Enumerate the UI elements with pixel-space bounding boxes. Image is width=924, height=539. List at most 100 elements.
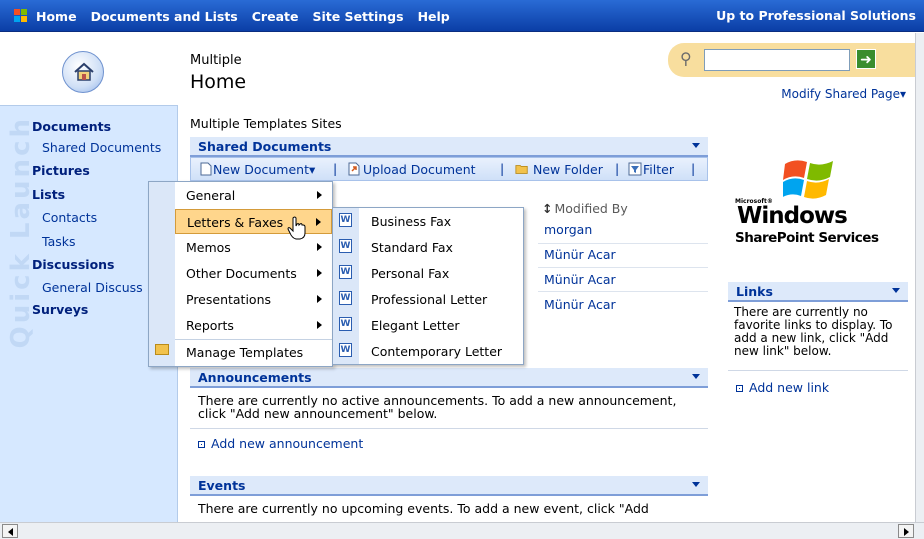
webpart-menu-arrow-icon[interactable] (892, 288, 900, 293)
submenu-arrow-icon (317, 295, 322, 303)
menu-item-memos[interactable]: Memos (175, 235, 332, 260)
search-go-button[interactable]: ➜ (856, 49, 876, 69)
submenu-item-label: Contemporary Letter (371, 344, 503, 359)
ql-surveys[interactable]: Surveys (32, 302, 88, 317)
nav-documents-and-lists[interactable]: Documents and Lists (91, 9, 238, 24)
menu-icon-gutter (149, 182, 175, 366)
submenu-item-personal-fax[interactable]: W Personal Fax (333, 260, 523, 286)
page-header: Multiple Home ⚲ ➜ Modify Shared Page▾ (0, 33, 924, 105)
announcements-header: Announcements (190, 368, 708, 388)
submenu-item-contemporary-letter[interactable]: W Contemporary Letter (333, 338, 523, 364)
toolbar-separator: | (333, 161, 338, 176)
menu-item-presentations[interactable]: Presentations (175, 287, 332, 312)
search-area: ⚲ ➜ (668, 43, 924, 77)
new-folder-button[interactable]: New Folder (533, 162, 603, 177)
modify-shared-page-link[interactable]: Modify Shared Page▾ (781, 87, 906, 101)
submenu-item-label: Elegant Letter (371, 318, 460, 333)
links-title[interactable]: Links (736, 284, 773, 299)
nav-home[interactable]: Home (36, 9, 77, 24)
add-new-link-label: Add new link (749, 380, 830, 395)
filter-button[interactable]: Filter (643, 162, 674, 177)
row-divider (538, 291, 708, 292)
ql-documents[interactable]: Documents (32, 119, 111, 134)
menu-item-label: Presentations (186, 292, 272, 307)
nav-up-to-parent[interactable]: Up to Professional Solutions (716, 8, 916, 23)
ql-discussions[interactable]: Discussions (32, 257, 115, 272)
letters-faxes-submenu: W Business Fax W Standard Fax W Personal Fa… (332, 207, 524, 365)
divider (728, 370, 908, 371)
scroll-left-button[interactable] (2, 524, 18, 538)
scroll-right-button[interactable] (898, 524, 914, 538)
shared-documents-title[interactable]: Shared Documents (198, 139, 331, 154)
menu-item-reports[interactable]: Reports (175, 313, 332, 338)
submenu-item-professional-letter[interactable]: W Professional Letter (333, 286, 523, 312)
menu-item-label: Reports (186, 318, 234, 333)
nav-help[interactable]: Help (418, 9, 450, 24)
submenu-item-standard-fax[interactable]: W Standard Fax (333, 234, 523, 260)
nav-create[interactable]: Create (252, 9, 299, 24)
submenu-item-label: Standard Fax (371, 240, 453, 255)
submenu-arrow-icon (316, 218, 321, 226)
horizontal-scrollbar[interactable] (0, 522, 924, 539)
submenu-item-label: Professional Letter (371, 292, 488, 307)
row-divider (538, 243, 708, 244)
add-new-announcement-link[interactable]: Add new announcement (198, 436, 363, 451)
announcements-title[interactable]: Announcements (198, 370, 312, 385)
links-empty-text: There are currently no favorite links to… (734, 305, 893, 358)
submenu-arrow-icon (317, 321, 322, 329)
ql-contacts[interactable]: Contacts (42, 210, 97, 225)
nav-site-settings[interactable]: Site Settings (312, 9, 403, 24)
upload-document-button[interactable]: Upload Document (363, 162, 476, 177)
menu-item-label: Manage Templates (186, 345, 304, 360)
upload-document-icon (348, 162, 360, 176)
new-document-menu: General Letters & Faxes Memos Other Docu… (148, 181, 333, 367)
submenu-item-business-fax[interactable]: W Business Fax (333, 208, 523, 234)
word-document-icon: W (339, 317, 352, 331)
webpart-menu-arrow-icon[interactable] (692, 374, 700, 379)
ql-pictures[interactable]: Pictures (32, 163, 90, 178)
vertical-scrollbar[interactable] (915, 33, 924, 523)
column-header-modified-by[interactable]: ↕ Modified By (542, 201, 628, 216)
menu-item-manage-templates[interactable]: Manage Templates (175, 339, 332, 364)
top-nav-links: Home Documents and Lists Create Site Set… (36, 0, 450, 32)
row-divider (538, 267, 708, 268)
announcements-empty-text: There are currently no active announceme… (198, 393, 677, 421)
toolbar-separator: | (615, 161, 620, 176)
ql-shared-documents[interactable]: Shared Documents (42, 140, 161, 155)
toolbar-separator: | (691, 161, 696, 176)
toolbar-separator: | (500, 161, 505, 176)
new-document-button[interactable]: New Document▾ (213, 162, 315, 177)
add-new-link[interactable]: Add new link (736, 380, 829, 395)
webpart-menu-arrow-icon[interactable] (692, 482, 700, 487)
menu-item-other-documents[interactable]: Other Documents (175, 261, 332, 286)
webpart-menu-arrow-icon[interactable] (692, 143, 700, 148)
events-header: Events (190, 476, 708, 496)
home-icon[interactable] (62, 51, 104, 93)
word-document-icon: W (339, 265, 352, 279)
ql-tasks[interactable]: Tasks (42, 234, 76, 249)
submenu-arrow-icon (317, 191, 322, 199)
modified-by-cell[interactable]: Münür Acar (544, 297, 616, 312)
word-document-icon: W (339, 291, 352, 305)
top-nav-bar: Home Documents and Lists Create Site Set… (0, 0, 924, 32)
menu-item-letters-faxes[interactable]: Letters & Faxes (175, 209, 332, 234)
column-header-label: Modified By (554, 201, 628, 216)
new-folder-icon (515, 165, 528, 174)
hand-cursor-icon (287, 216, 306, 240)
sharepoint-services-wordmark: SharePoint Services (735, 230, 879, 246)
shared-documents-header: Shared Documents (190, 137, 708, 157)
ql-lists[interactable]: Lists (32, 187, 65, 202)
modified-by-cell[interactable]: morgan (544, 222, 592, 237)
menu-item-general[interactable]: General (175, 183, 332, 208)
site-subtitle: Multiple (190, 53, 242, 68)
modified-by-cell[interactable]: Münür Acar (544, 247, 616, 262)
windows-sharepoint-services-logo: Microsoft® Windows SharePoint Services (735, 158, 905, 248)
document-toolbar: New Document▾ | Upload Document | New Fo… (190, 157, 708, 181)
modified-by-cell[interactable]: Münür Acar (544, 272, 616, 287)
menu-item-label: Letters & Faxes (187, 215, 284, 230)
bullet-icon (198, 441, 205, 448)
sort-icon: ↕ (542, 201, 553, 216)
submenu-item-elegant-letter[interactable]: W Elegant Letter (333, 312, 523, 338)
events-title[interactable]: Events (198, 478, 245, 493)
search-input[interactable] (704, 49, 850, 71)
